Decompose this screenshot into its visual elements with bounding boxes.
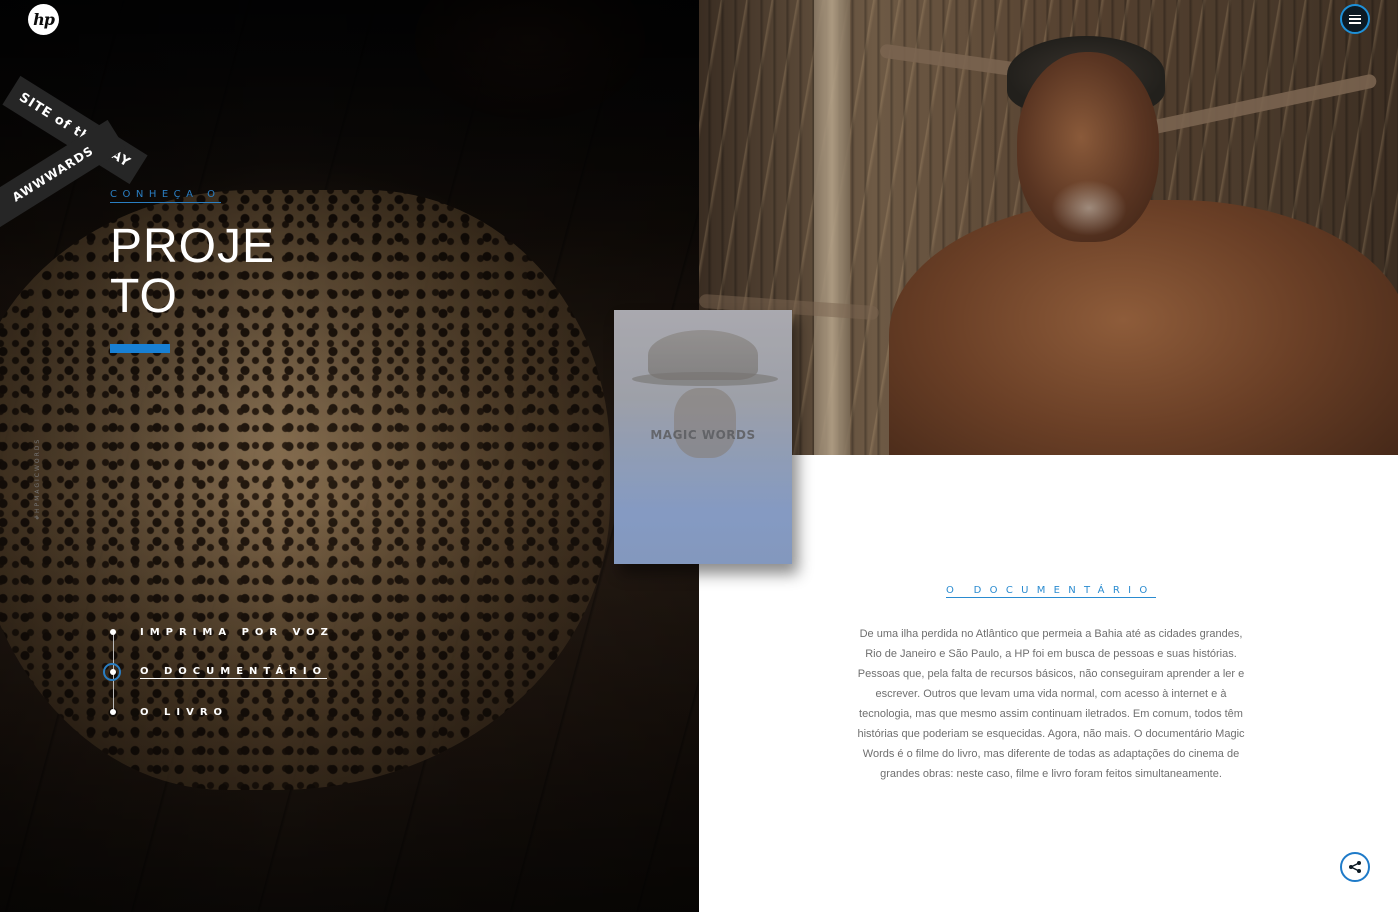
nav-item-imprima-por-voz[interactable]: IMPRIMA POR VOZ xyxy=(100,622,360,642)
documentary-body: De uma ilha perdida no Atlântico que per… xyxy=(857,628,1245,780)
menu-button[interactable] xyxy=(1340,4,1370,34)
share-button[interactable] xyxy=(1340,852,1370,882)
nav-dot xyxy=(110,709,116,715)
documentary-heading: O DOCUMENTÁRIO xyxy=(946,585,1156,598)
man-beard xyxy=(1051,180,1127,236)
book-frost-overlay xyxy=(614,310,792,564)
nav-item-o-documentario[interactable]: O DOCUMENTÁRIO xyxy=(100,662,360,682)
title-accent-bar xyxy=(110,344,170,353)
nav-dot xyxy=(110,669,116,675)
page-title-line1: PROJE xyxy=(110,220,276,273)
hashtag-label: #HPMAGICWORDS xyxy=(34,437,41,520)
nav-dot xyxy=(110,629,116,635)
share-icon xyxy=(1349,861,1361,873)
wooden-pole xyxy=(814,0,850,455)
portrait-photo xyxy=(699,0,1398,455)
awwwards-ribbon[interactable]: SITE of the DAY AWWWARDS xyxy=(0,75,148,235)
page-title: PROJE TO xyxy=(110,222,275,322)
nav-label: O DOCUMENTÁRIO xyxy=(140,665,328,679)
page-title-line2: TO xyxy=(110,270,178,323)
man-body xyxy=(889,200,1398,455)
nav-label: IMPRIMA POR VOZ xyxy=(140,626,334,638)
section-eyebrow: CONHEÇA O xyxy=(110,189,221,203)
hp-logo[interactable]: hp xyxy=(28,4,59,35)
nav-label: O LIVRO xyxy=(140,706,229,718)
documentary-heading-text: O DOCUMENTÁRIO xyxy=(946,585,1156,598)
hamburger-icon xyxy=(1349,14,1361,24)
magic-words-book[interactable]: MAGIC WORDS xyxy=(614,310,792,564)
nav-item-o-livro[interactable]: O LIVRO xyxy=(100,702,360,722)
